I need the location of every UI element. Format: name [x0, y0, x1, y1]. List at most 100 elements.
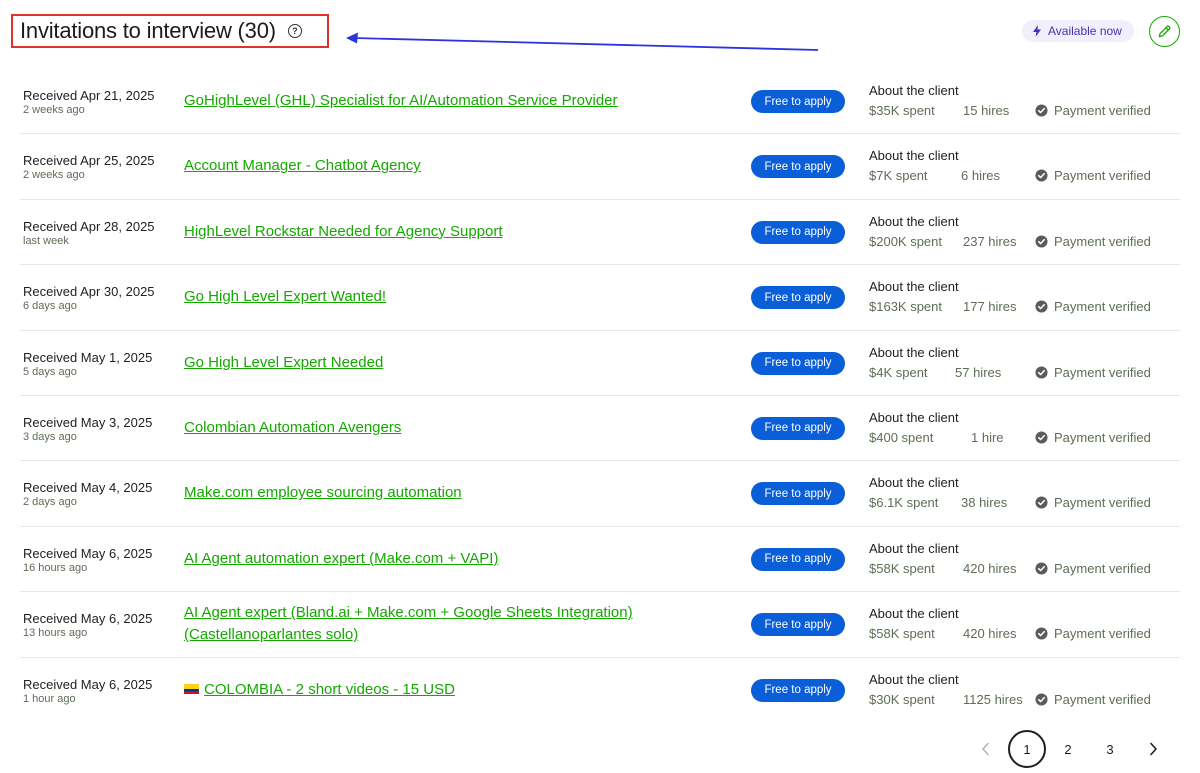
received-info: Received May 3, 2025 3 days ago: [23, 415, 178, 443]
client-hires: 1 hire: [971, 429, 1004, 445]
received-date: Received Apr 28, 2025: [23, 218, 155, 234]
received-info: Received Apr 21, 2025 2 weeks ago: [23, 88, 178, 116]
page-header: Invitations to interview (30) ? Availabl…: [0, 0, 1200, 66]
free-to-apply-badge: Free to apply: [751, 547, 845, 571]
job-title-link[interactable]: HighLevel Rockstar Needed for Agency Sup…: [184, 221, 674, 243]
client-spent: $30K spent: [869, 691, 935, 707]
client-spent: $58K spent: [869, 560, 935, 576]
client-info: About the client $200K spent 237 hires P…: [869, 214, 1180, 252]
received-ago: 13 hours ago: [23, 627, 88, 640]
client-stats: $163K spent 177 hires Payment verified: [869, 299, 1180, 317]
job-title-link[interactable]: Go High Level Expert Wanted!: [184, 286, 674, 308]
page-title: Invitations to interview (30): [20, 18, 276, 43]
verified-check-icon: [1035, 431, 1048, 444]
invitation-row: Received May 3, 2025 3 days ago Colombia…: [20, 396, 1180, 462]
free-to-apply-badge: Free to apply: [751, 351, 845, 375]
job-title-text: Account Manager - Chatbot Agency: [184, 157, 421, 175]
client-stats: $6.1K spent 38 hires Payment verified: [869, 495, 1180, 513]
free-to-apply-badge: Free to apply: [751, 220, 845, 244]
invitation-row: Received May 6, 2025 1 hour ago COLOMBIA…: [20, 658, 1180, 723]
received-info: Received May 6, 2025 1 hour ago: [23, 677, 178, 705]
received-ago: 1 hour ago: [23, 692, 76, 705]
page-2-button[interactable]: 2: [1058, 730, 1078, 768]
verified-check-icon: [1035, 169, 1048, 182]
payment-verified: Payment verified: [1035, 495, 1151, 510]
client-hires: 1125 hires: [963, 691, 1023, 707]
about-client-label: About the client: [869, 475, 959, 491]
client-info: About the client $35K spent 15 hires Pay…: [869, 83, 1180, 121]
client-info: About the client $400 spent 1 hire Payme…: [869, 410, 1180, 448]
payment-verified: Payment verified: [1035, 626, 1151, 641]
job-title-link[interactable]: Colombian Automation Avengers: [184, 417, 674, 439]
received-ago: 2 days ago: [23, 496, 77, 509]
about-client-label: About the client: [869, 279, 959, 295]
payment-verified: Payment verified: [1035, 430, 1151, 445]
invitation-row: Received Apr 25, 2025 2 weeks ago Accoun…: [20, 134, 1180, 200]
invitation-row: Received May 1, 2025 5 days ago Go High …: [20, 331, 1180, 396]
job-title-text: HighLevel Rockstar Needed for Agency Sup…: [184, 222, 503, 240]
received-info: Received Apr 25, 2025 2 weeks ago: [23, 153, 178, 181]
invitations-list: Received Apr 21, 2025 2 weeks ago GoHigh…: [20, 69, 1180, 723]
payment-verified: Payment verified: [1035, 103, 1151, 118]
next-page-button[interactable]: [1144, 730, 1162, 768]
client-stats: $200K spent 237 hires Payment verified: [869, 234, 1180, 252]
job-title-text: Make.com employee sourcing automation: [184, 484, 462, 502]
verified-check-icon: [1035, 562, 1048, 575]
about-client-label: About the client: [869, 344, 959, 360]
client-spent: $4K spent: [869, 364, 928, 380]
invitation-row: Received May 6, 2025 16 hours ago AI Age…: [20, 527, 1180, 593]
received-date: Received May 6, 2025: [23, 611, 153, 627]
received-info: Received May 1, 2025 5 days ago: [23, 350, 178, 378]
job-title-link[interactable]: AI Agent expert (Bland.ai + Make.com + G…: [184, 602, 674, 646]
job-title-link[interactable]: Go High Level Expert Needed: [184, 352, 674, 374]
client-hires: 420 hires: [963, 560, 1017, 576]
client-stats: $58K spent 420 hires Payment verified: [869, 626, 1180, 644]
received-date: Received Apr 21, 2025: [23, 88, 155, 103]
availability-badge[interactable]: Available now: [1022, 20, 1134, 42]
invitation-row: Received May 6, 2025 13 hours ago AI Age…: [20, 592, 1180, 658]
edit-button[interactable]: [1149, 16, 1180, 47]
payment-verified-label: Payment verified: [1054, 691, 1151, 707]
client-hires: 6 hires: [961, 168, 1001, 184]
received-date: Received May 6, 2025: [23, 545, 153, 561]
page-1-button[interactable]: 1: [1008, 730, 1046, 768]
verified-check-icon: [1035, 366, 1048, 379]
received-date: Received May 6, 2025: [23, 676, 153, 692]
job-title-link[interactable]: AI Agent automation expert (Make.com + V…: [184, 548, 674, 570]
page-3-button[interactable]: 3: [1100, 730, 1120, 768]
payment-verified-label: Payment verified: [1054, 103, 1151, 118]
job-title-link[interactable]: Make.com employee sourcing automation: [184, 482, 674, 504]
job-title-link[interactable]: GoHighLevel (GHL) Specialist for AI/Auto…: [184, 90, 674, 112]
received-info: Received May 6, 2025 13 hours ago: [23, 611, 178, 639]
client-stats: $30K spent 1125 hires Payment verified: [869, 692, 1180, 710]
client-stats: $4K spent 57 hires Payment verified: [869, 365, 1180, 383]
client-spent: $200K spent: [869, 233, 943, 249]
payment-verified: Payment verified: [1035, 168, 1151, 183]
received-ago: 6 days ago: [23, 300, 77, 313]
payment-verified: Payment verified: [1035, 561, 1151, 576]
job-title-text: GoHighLevel (GHL) Specialist for AI/Auto…: [184, 92, 618, 109]
verified-check-icon: [1035, 235, 1048, 248]
job-title-link[interactable]: COLOMBIA - 2 short videos - 15 USD: [184, 679, 674, 701]
client-stats: $400 spent 1 hire Payment verified: [869, 430, 1180, 448]
payment-verified-label: Payment verified: [1054, 299, 1151, 315]
client-info: About the client $7K spent 6 hires Payme…: [869, 148, 1180, 186]
verified-check-icon: [1035, 627, 1048, 640]
invitation-row: Received Apr 28, 2025 last week HighLeve…: [20, 200, 1180, 266]
annotation-arrow: [346, 32, 819, 51]
colombia-flag-icon: [184, 683, 199, 694]
prev-page-button[interactable]: [976, 730, 994, 768]
about-client-label: About the client: [869, 148, 959, 164]
client-spent: $58K spent: [869, 626, 935, 642]
job-title-link[interactable]: Account Manager - Chatbot Agency: [184, 155, 674, 177]
received-ago: 16 hours ago: [23, 561, 88, 574]
received-date: Received Apr 30, 2025: [23, 284, 155, 300]
free-to-apply-badge: Free to apply: [751, 416, 845, 440]
received-info: Received May 6, 2025 16 hours ago: [23, 546, 178, 574]
about-client-label: About the client: [869, 409, 959, 425]
client-info: About the client $163K spent 177 hires P…: [869, 279, 1180, 317]
invitation-row: Received May 4, 2025 2 days ago Make.com…: [20, 461, 1180, 527]
help-circle-icon[interactable]: ?: [287, 24, 302, 38]
payment-verified-label: Payment verified: [1054, 560, 1151, 576]
client-spent: $163K spent: [869, 299, 943, 315]
